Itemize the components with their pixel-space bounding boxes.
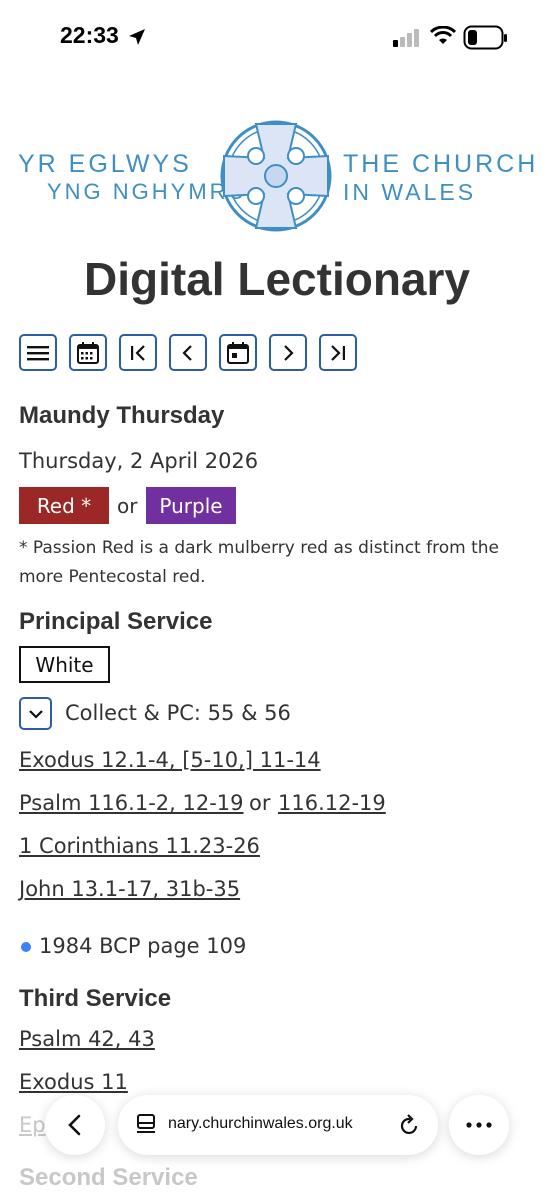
status-time: 22:33: [60, 22, 119, 48]
liturgical-colour-red-badge: Red *: [19, 487, 109, 524]
last-button[interactable]: [319, 334, 357, 371]
principal-service-heading: Principal Service: [19, 608, 213, 635]
church-in-wales-logo: YR EGLWYS YNG NGHYMRU THE CHURCH IN WALE…: [0, 118, 554, 236]
calendar-grid-icon: [77, 341, 99, 364]
reading-link-psalm-alt[interactable]: 116.12-19: [278, 791, 386, 815]
reading-link-exodus-11[interactable]: Exodus 11: [19, 1070, 128, 1094]
toolbar: [19, 334, 357, 371]
chevron-down-icon: [28, 709, 43, 719]
battery-icon: [463, 25, 507, 50]
next-icon: [284, 344, 294, 361]
reading-link-corinthians[interactable]: 1 Corinthians 11.23-26: [19, 834, 260, 858]
browser-more-button[interactable]: [449, 1095, 509, 1155]
browser-url-bar[interactable]: nary.churchinwales.org.uk: [118, 1095, 438, 1155]
logo-english-line1: THE CHURCH: [343, 150, 539, 178]
menu-icon: [27, 345, 49, 360]
collect-expand-button[interactable]: [19, 697, 52, 730]
browser-url-text: nary.churchinwales.org.uk: [168, 1115, 353, 1132]
browser-back-button[interactable]: [45, 1095, 105, 1155]
collect-text: Collect & PC: 55 & 56: [65, 701, 291, 725]
cellular-signal-icon: [393, 29, 419, 47]
second-service-heading: Second Service: [19, 1164, 198, 1191]
logo-english-line2: IN WALES: [343, 179, 477, 205]
day-date: Thursday, 2 April 2026: [19, 449, 259, 473]
back-chevron-icon: [68, 1114, 81, 1136]
calendar-today-icon: [227, 341, 249, 364]
status-bar: 22:33: [0, 0, 554, 76]
colour-or-text: or: [117, 494, 138, 518]
more-dots-icon: [466, 1122, 492, 1128]
reading-link-psalm[interactable]: Psalm 116.1-2, 12-19: [19, 791, 244, 815]
location-arrow-icon: [129, 29, 145, 45]
celtic-cross-icon: [220, 120, 332, 232]
logo-welsh-line1: YR EGLWYS: [18, 150, 192, 178]
previous-button[interactable]: [169, 334, 207, 371]
prev-icon: [182, 344, 192, 361]
next-button[interactable]: [269, 334, 307, 371]
page-title: Digital Lectionary: [84, 253, 470, 305]
first-icon: [131, 344, 145, 361]
reload-icon[interactable]: [398, 1113, 420, 1137]
first-button[interactable]: [119, 334, 157, 371]
last-icon: [331, 344, 345, 361]
liturgical-colour-purple-badge: Purple: [146, 487, 236, 524]
menu-button[interactable]: [19, 334, 57, 371]
today-button[interactable]: [219, 334, 257, 371]
calendar-picker-button[interactable]: [69, 334, 107, 371]
reader-page-icon: [137, 1114, 155, 1133]
bcp-page-text: 1984 BCP page 109: [39, 934, 247, 958]
third-service-heading: Third Service: [19, 985, 172, 1012]
reading-link-psalm-42[interactable]: Psalm 42, 43: [19, 1027, 155, 1051]
liturgical-colour-white-badge: White: [19, 646, 110, 683]
day-name: Maundy Thursday: [19, 402, 225, 429]
bcp-bullet-dot: [21, 942, 31, 952]
reading-link-ep[interactable]: Ep: [19, 1113, 46, 1137]
psalm-or-text: or: [249, 791, 271, 815]
wifi-icon: [430, 26, 456, 44]
colour-footnote: * Passion Red is a dark mulberry red as …: [19, 538, 499, 587]
reading-link-exodus[interactable]: Exodus 12.1-4, [5-10,] 11-14: [19, 748, 321, 772]
reading-link-john[interactable]: John 13.1-17, 31b-35: [19, 877, 240, 901]
